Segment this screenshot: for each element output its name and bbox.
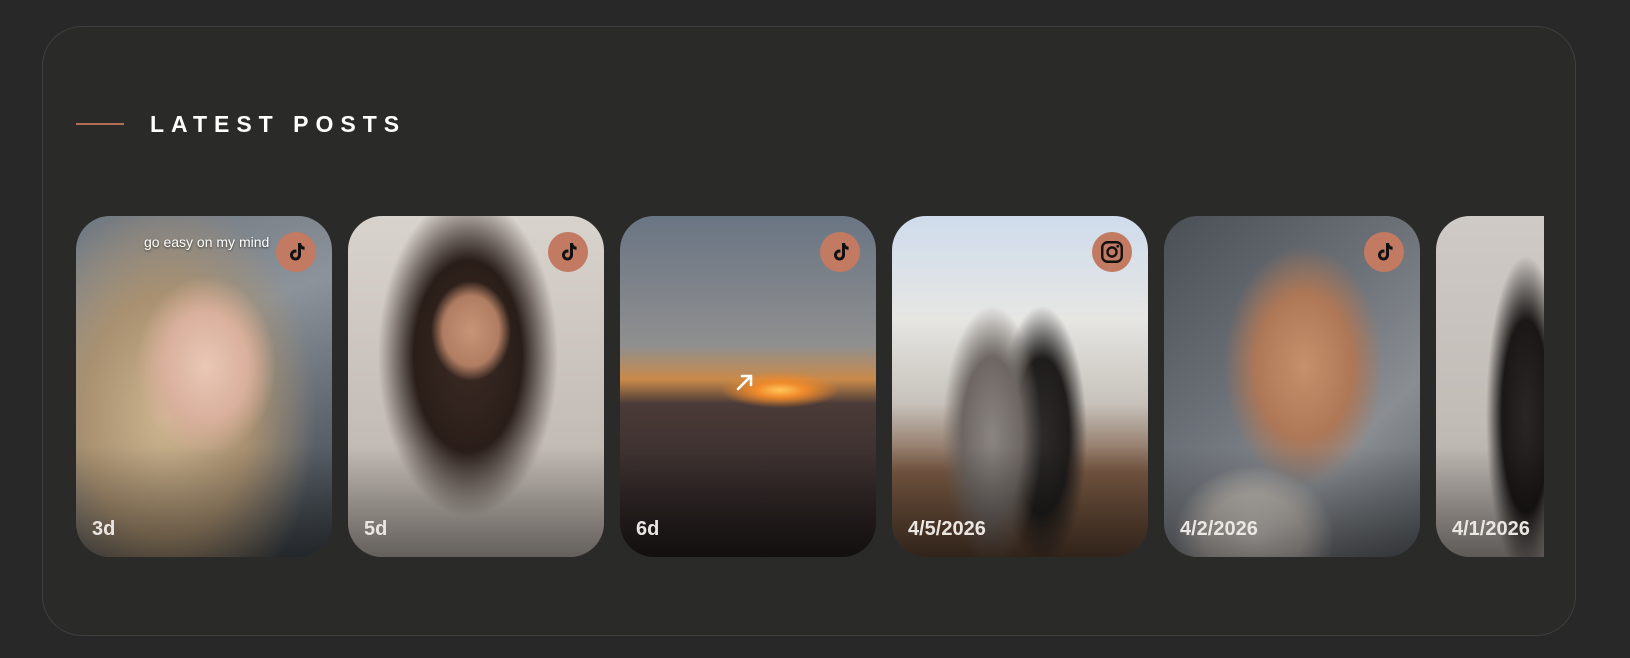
post-card[interactable]: 4/2/2026: [1164, 216, 1420, 557]
header-accent-line: [76, 123, 124, 125]
section-title: LATEST POSTS: [150, 110, 407, 137]
post-date: 4/5/2026: [908, 518, 986, 540]
post-date: 3d: [92, 518, 116, 540]
post-date: 5d: [364, 518, 388, 540]
post-caption: go easy on my mind: [144, 234, 270, 250]
section-header: LATEST POSTS: [76, 104, 406, 144]
post-card[interactable]: 5d: [348, 216, 604, 557]
instagram-icon: [1092, 232, 1132, 272]
post-date: 6d: [636, 518, 660, 540]
tiktok-icon: [276, 232, 316, 272]
post-card[interactable]: 4/1/2026: [1436, 216, 1544, 557]
tiktok-icon: [1364, 232, 1404, 272]
external-link-arrow-icon[interactable]: [733, 370, 757, 399]
post-date: 4/2/2026: [1180, 518, 1258, 540]
tiktok-icon: [548, 232, 588, 272]
post-card[interactable]: 6d: [620, 216, 876, 557]
tiktok-icon: [820, 232, 860, 272]
posts-carousel[interactable]: go easy on my mind 3d 5d 6d 4/5/2026 4/2…: [76, 216, 1544, 557]
post-card[interactable]: 4/5/2026: [892, 216, 1148, 557]
post-date: 4/1/2026: [1452, 518, 1530, 540]
post-card[interactable]: go easy on my mind 3d: [76, 216, 332, 557]
